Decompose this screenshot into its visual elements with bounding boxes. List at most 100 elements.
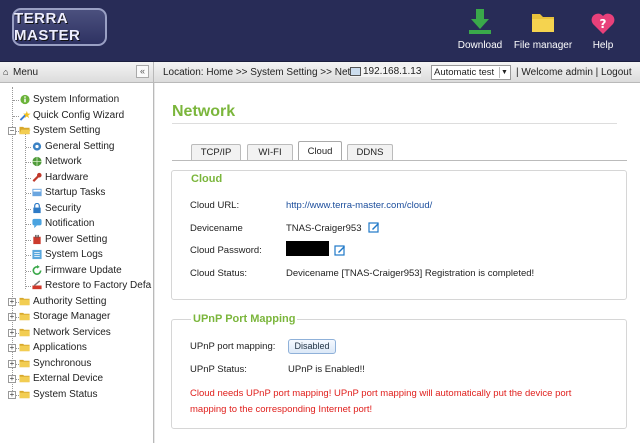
sidebar-item-label: Applications	[33, 342, 87, 353]
sidebar-item-storage-manager[interactable]: Storage Manager	[19, 309, 110, 324]
tab-tcpip[interactable]: TCP/IP	[191, 144, 241, 161]
sidebar-item-label: General Setting	[45, 140, 115, 152]
help-button[interactable]: ? Help	[588, 8, 618, 58]
cloud-panel	[171, 170, 627, 300]
download-button[interactable]: Download	[456, 8, 504, 58]
sidebar-item-label: System Information	[33, 94, 120, 105]
sidebar-item-system-setting[interactable]: System Setting	[19, 123, 100, 138]
folder-icon	[19, 297, 30, 305]
folder-icon	[19, 343, 30, 352]
help-label: Help	[592, 40, 614, 51]
tab-cloud[interactable]: Cloud	[298, 141, 342, 161]
tree-guide-line	[25, 134, 26, 289]
sidebar-item-label: Authority Setting	[33, 295, 107, 307]
sidebar-item-label: Firmware Update	[45, 264, 122, 276]
cloud-password-label: Cloud Password:	[190, 245, 262, 256]
sidebar-item-label: Restore to Factory Defa	[45, 280, 152, 291]
sidebar-item-authority-setting[interactable]: Authority Setting	[19, 294, 106, 309]
expand-node-icon[interactable]: +	[8, 328, 16, 337]
sidebar-item-label: Hardware	[45, 171, 89, 183]
tab-ddns[interactable]: DDNS	[347, 144, 393, 161]
welcome-text[interactable]: | Welcome admin | Logout	[516, 67, 632, 78]
file-manager-button[interactable]: File manager	[512, 8, 574, 58]
logs-icon	[32, 249, 42, 260]
page-title: Network	[172, 103, 236, 120]
terramaster-logo: TERRA MASTER	[12, 8, 107, 46]
sidebar-item-system-information[interactable]: System Information	[19, 92, 119, 107]
sidebar-item-label: Synchronous	[33, 357, 92, 369]
restore-icon	[32, 280, 42, 290]
menu-header: ⌂ Menu «	[0, 62, 154, 82]
sidebar-item-label: Security	[45, 202, 82, 214]
download-label: Download	[457, 40, 503, 51]
sidebar-item-label: Startup Tasks	[45, 187, 106, 198]
file-manager-label: File manager	[513, 40, 573, 51]
power-icon	[33, 234, 41, 244]
sidebar-item-network-services[interactable]: Network Services	[19, 325, 111, 340]
folder-icon	[19, 390, 30, 398]
logo-text: TERRA MASTER	[14, 10, 81, 44]
devicename-label: Devicename	[190, 223, 243, 234]
expand-node-icon[interactable]: +	[8, 297, 16, 306]
app-header: TERRA MASTER Download File manager ? Hel…	[0, 0, 640, 62]
sidebar-item-label: Network	[45, 156, 82, 167]
sidebar-item-label: System Logs	[45, 249, 103, 260]
cloud-url-link[interactable]: http://www.terra-master.com/cloud/	[286, 200, 432, 211]
expand-node-icon[interactable]: +	[8, 375, 16, 383]
sidebar-item-startup-tasks[interactable]: Startup Tasks	[31, 185, 105, 200]
sidebar-item-applications[interactable]: Applications	[19, 340, 87, 355]
sidebar-item-quick-config-wizard[interactable]: Quick Config Wizard	[19, 108, 124, 123]
sidebar-item-label: System Status	[33, 388, 98, 400]
refresh-icon	[32, 264, 42, 275]
cloud-password-value	[286, 241, 329, 256]
menu-label: Menu	[13, 66, 39, 78]
collapse-node-icon[interactable]: −	[8, 127, 16, 135]
mode-select[interactable]: Automatic test ▼	[431, 65, 511, 80]
sidebar-item-power-setting[interactable]: Power Setting	[31, 232, 107, 247]
mode-select-value: Automatic test	[434, 67, 495, 78]
cloud-url-label: Cloud URL:	[190, 200, 240, 211]
sidebar-item-general-setting[interactable]: General Setting	[31, 139, 115, 154]
sidebar-item-hardware[interactable]: Hardware	[31, 170, 88, 185]
sidebar-item-synchronous[interactable]: Synchronous	[19, 356, 91, 371]
tab-wifi[interactable]: WI-FI	[247, 144, 293, 161]
wrench-icon	[32, 172, 42, 182]
sidebar-item-notification[interactable]: Notification	[31, 216, 94, 231]
ip-address: 192.168.1.13	[350, 66, 422, 77]
sidebar-item-external-device[interactable]: External Device	[19, 371, 103, 386]
expand-node-icon[interactable]: +	[8, 344, 16, 352]
title-divider	[172, 123, 617, 124]
sidebar-item-restore-to-factory-defa[interactable]: Restore to Factory Defa	[31, 278, 151, 293]
expand-node-icon[interactable]: +	[8, 390, 16, 399]
expand-node-icon[interactable]: +	[8, 359, 16, 368]
info-icon	[20, 94, 30, 105]
devicename-value: TNAS-Craiger953	[286, 223, 362, 234]
cloud-status-value: Devicename [TNAS-Craiger953] Registratio…	[286, 268, 535, 279]
cloud-status-label: Cloud Status:	[190, 268, 248, 279]
edit-devicename-icon[interactable]	[368, 221, 380, 233]
sidebar-item-security[interactable]: Security	[31, 201, 81, 216]
folder-icon	[19, 312, 30, 321]
sidebar: System Information Quick Config Wizard − Sy…	[0, 83, 154, 443]
upnp-panel-title: UPnP Port Mapping	[191, 313, 298, 325]
folder-icon	[19, 328, 30, 336]
sidebar-item-network[interactable]: Network	[31, 154, 82, 169]
help-icon: ?	[591, 13, 615, 34]
expand-node-icon[interactable]: +	[8, 313, 16, 321]
sidebar-item-label: Network Services	[33, 326, 111, 338]
sidebar-item-firmware-update[interactable]: Firmware Update	[31, 263, 122, 278]
computer-icon	[350, 66, 361, 76]
folder-open-icon	[19, 126, 31, 135]
sidebar-item-system-status[interactable]: System Status	[19, 387, 97, 402]
edit-password-icon[interactable]	[334, 244, 346, 256]
cloud-panel-title: Cloud	[191, 173, 223, 185]
lock-icon	[33, 202, 41, 213]
upnp-disabled-button[interactable]: Disabled	[288, 339, 336, 354]
upnp-status-label: UPnP Status:	[190, 364, 247, 375]
tab-divider	[172, 160, 627, 161]
sidebar-item-system-logs[interactable]: System Logs	[31, 247, 103, 262]
globe-icon	[32, 156, 42, 167]
startup-icon	[32, 188, 42, 197]
collapse-menu-button[interactable]: «	[136, 65, 149, 78]
menu-icon: ⌂	[3, 66, 9, 77]
